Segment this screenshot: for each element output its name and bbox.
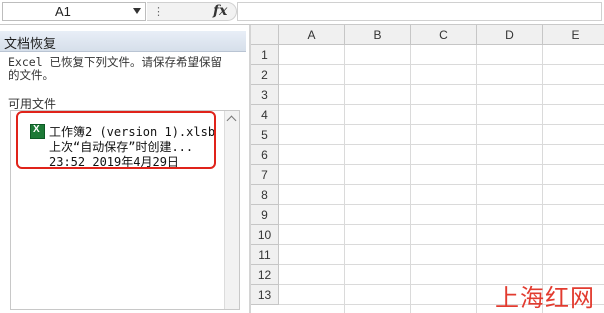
row-header[interactable]: 3 <box>251 85 279 105</box>
document-recovery-pane: 文档恢复 Excel 已恢复下列文件。请保存希望保留 的文件。 可用文件 工作簿… <box>0 25 250 313</box>
recovery-message-line2: 的文件。 <box>8 68 54 82</box>
row-header[interactable]: 10 <box>251 225 279 245</box>
column-header-b[interactable]: B <box>345 25 411 45</box>
row-header[interactable]: 12 <box>251 265 279 285</box>
select-all-corner[interactable] <box>251 25 279 45</box>
scroll-up-icon[interactable] <box>226 115 237 126</box>
row-header[interactable]: 8 <box>251 185 279 205</box>
row-header[interactable]: 4 <box>251 105 279 125</box>
column-header-c[interactable]: C <box>411 25 477 45</box>
formula-bar: A1 ⋮ fx <box>0 0 604 25</box>
row-header[interactable]: 2 <box>251 65 279 85</box>
highlight-box <box>16 111 216 169</box>
cell-area[interactable] <box>279 45 604 313</box>
pane-title: 文档恢复 <box>4 37 57 52</box>
pane-header: 文档恢复 <box>0 31 246 52</box>
more-icon[interactable]: ⋮ <box>153 5 164 18</box>
column-header-d[interactable]: D <box>477 25 543 45</box>
row-header[interactable]: 7 <box>251 165 279 185</box>
row-header[interactable]: 6 <box>251 145 279 165</box>
watermark: 上海红网 <box>495 284 595 312</box>
row-header[interactable]: 1 <box>251 45 279 65</box>
spreadsheet-grid: A B C D E 1 2 3 4 5 6 7 8 9 10 11 12 13 <box>251 25 604 313</box>
column-header-a[interactable]: A <box>279 25 345 45</box>
row-header[interactable]: 5 <box>251 125 279 145</box>
recovery-message: Excel 已恢复下列文件。请保存希望保留 的文件。 <box>8 56 246 82</box>
row-header[interactable]: 11 <box>251 245 279 265</box>
name-box-value: A1 <box>55 4 71 19</box>
formula-input[interactable] <box>237 2 602 21</box>
formula-controls: ⋮ fx <box>147 2 237 21</box>
column-header-e[interactable]: E <box>543 25 604 45</box>
chevron-down-icon[interactable] <box>133 8 141 14</box>
list-scrollbar[interactable] <box>224 111 239 309</box>
row-header[interactable]: 13 <box>251 285 279 305</box>
row-header[interactable]: 9 <box>251 205 279 225</box>
insert-function-button[interactable]: fx <box>213 3 227 19</box>
name-box[interactable]: A1 <box>2 2 146 21</box>
